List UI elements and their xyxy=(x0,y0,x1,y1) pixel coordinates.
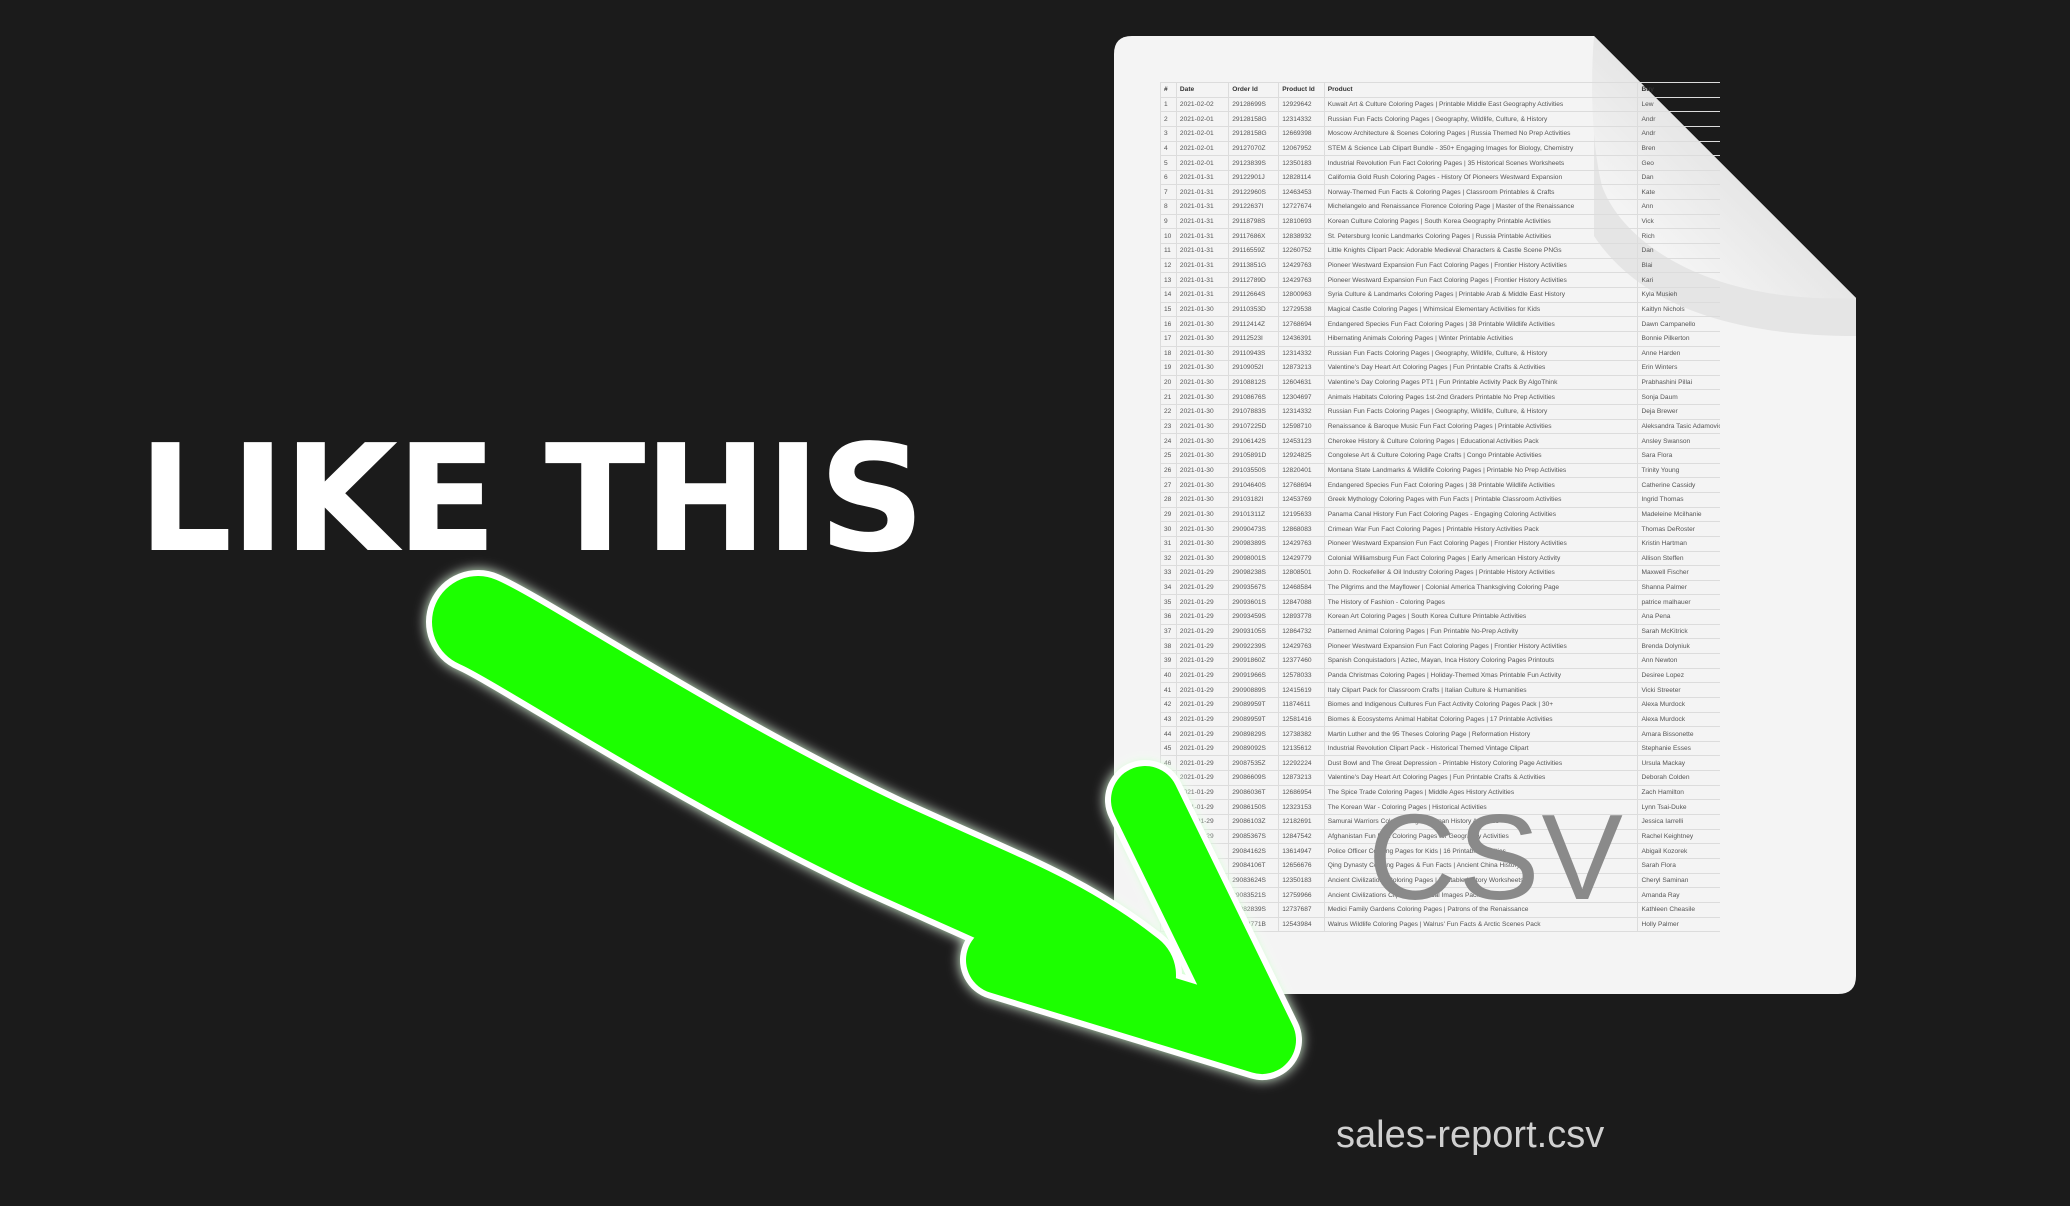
file-name-label[interactable]: sales-report.csv xyxy=(1336,1116,1604,1154)
arrow-pointing-to-file xyxy=(426,570,1302,1080)
